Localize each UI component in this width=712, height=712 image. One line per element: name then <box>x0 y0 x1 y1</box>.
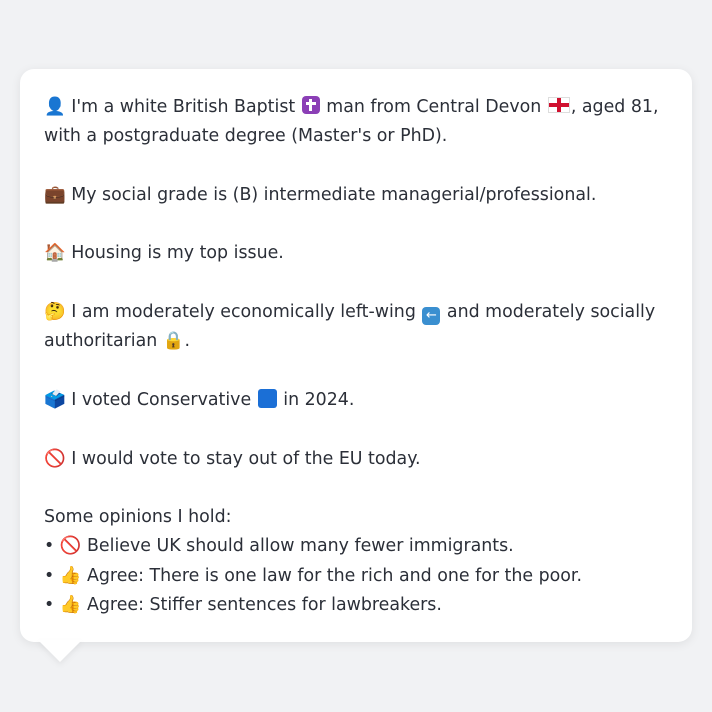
left-arrow-icon: ← <box>422 307 441 326</box>
opinion-item: • 🚫 Believe UK should allow many fewer i… <box>44 532 668 561</box>
no-entry-icon: 🚫 <box>44 448 66 469</box>
top-issue-line: 🏠 Housing is my top issue. <box>44 239 668 268</box>
opinion-item: • 👍 Agree: There is one law for the rich… <box>44 562 668 591</box>
opinion-text: Agree: There is one law for the rich and… <box>86 565 583 586</box>
vote-text-b: in 2024. <box>283 389 355 410</box>
house-icon: 🏠 <box>44 243 66 264</box>
opinion-item: • 👍 Agree: Stiffer sentences for lawbrea… <box>44 591 668 620</box>
no-entry-icon: 🚫 <box>59 536 82 557</box>
ideology-text-c: . <box>184 331 190 352</box>
vote-text-a: I voted Conservative <box>71 389 252 410</box>
persona-message-bubble: 👤 I'm a white British Baptist man from C… <box>20 69 692 642</box>
ideology-line: 🤔 I am moderately economically left-wing… <box>44 298 668 357</box>
eu-line: 🚫 I would vote to stay out of the EU tod… <box>44 445 668 474</box>
bullet-glyph: • <box>44 595 55 616</box>
briefcase-icon: 💼 <box>44 184 66 205</box>
thumbs-up-icon: 👍 <box>59 595 82 616</box>
intro-line: 👤 I'm a white British Baptist man from C… <box>44 93 668 152</box>
bullet-glyph: • <box>44 565 55 586</box>
social-grade-text: My social grade is (B) intermediate mana… <box>71 184 597 205</box>
vote-line: 🗳️ I voted Conservative in 2024. <box>44 386 668 415</box>
opinion-text: Agree: Stiffer sentences for lawbreakers… <box>86 595 442 616</box>
intro-text-a: I'm a white British Baptist <box>71 97 296 117</box>
intro-text-b: man from Central Devon <box>326 97 542 117</box>
bullet-glyph: • <box>44 536 55 557</box>
ballot-box-icon: 🗳️ <box>44 389 66 410</box>
bubble-tail <box>38 640 82 662</box>
opinion-text: Believe UK should allow many fewer immig… <box>86 536 514 557</box>
eu-text: I would vote to stay out of the EU today… <box>71 448 421 469</box>
england-flag-icon <box>547 97 570 113</box>
opinions-header: Some opinions I hold: <box>44 507 232 528</box>
latin-cross-icon <box>301 96 320 114</box>
person-icon: 👤 <box>44 97 66 117</box>
thumbs-up-icon: 👍 <box>59 565 82 586</box>
ideology-text-a: I am moderately economically left-wing <box>71 302 416 323</box>
thinking-face-icon: 🤔 <box>44 302 66 323</box>
top-issue-text: Housing is my top issue. <box>71 243 284 264</box>
lock-icon: 🔒 <box>162 331 185 352</box>
blue-square-icon <box>257 388 277 408</box>
social-grade-line: 💼 My social grade is (B) intermediate ma… <box>44 181 668 210</box>
